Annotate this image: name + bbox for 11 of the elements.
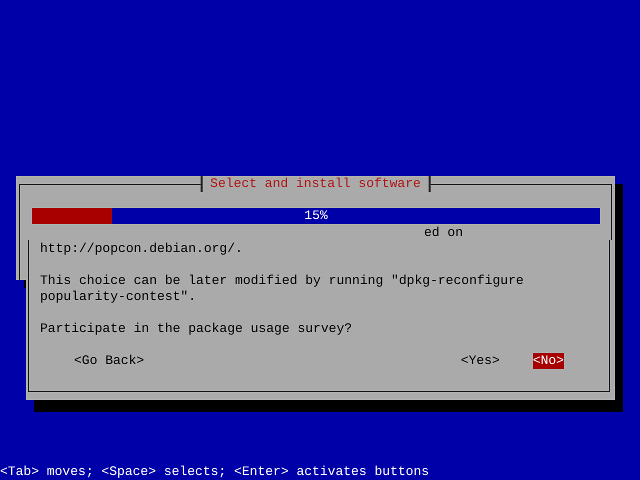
partial-text: ed on	[424, 225, 464, 241]
progress-label: 15%	[304, 208, 328, 224]
window-title: Select and install software	[200, 176, 431, 192]
message-text: Participate in the package usage survey?	[40, 321, 354, 337]
dialog-button[interactable]: <Yes>	[460, 353, 500, 369]
message-text: popularity-contest".	[40, 289, 198, 305]
message-text: http://popcon.debian.org/.	[40, 241, 244, 257]
key-hint-text: <Tab> moves; <Space> selects; <Enter> activates buttons	[0, 464, 430, 480]
dialog-button[interactable]: <Go Back>	[74, 353, 144, 369]
message-text: This choice can be later modified by running "dpkg-reconfigure	[40, 273, 525, 289]
dialog-button[interactable]: <No>	[532, 353, 564, 369]
